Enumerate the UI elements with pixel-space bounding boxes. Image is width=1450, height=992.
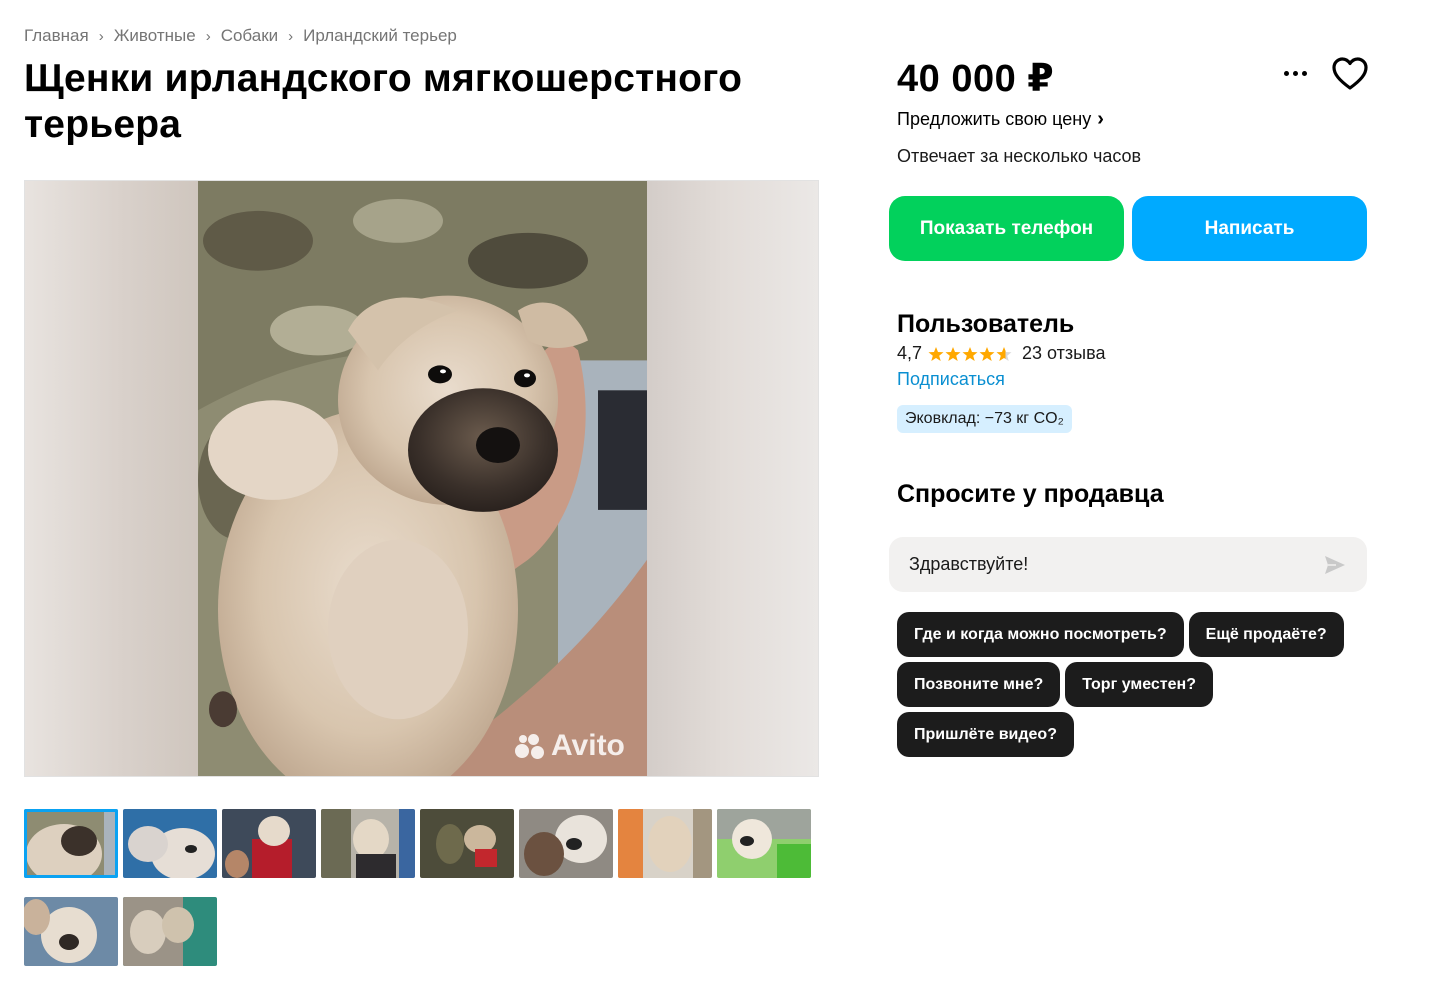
thumbnail-6[interactable] xyxy=(519,809,613,878)
write-message-button[interactable]: Написать xyxy=(1132,196,1367,261)
breadcrumb-dogs[interactable]: Собаки xyxy=(221,26,278,46)
chevron-right-icon: › xyxy=(288,27,294,45)
seller-rating: 4,7 23 отзыва xyxy=(897,343,1105,364)
avito-logo-icon xyxy=(515,732,547,760)
thumbnail-10[interactable] xyxy=(123,897,217,966)
ask-seller-title: Спросите у продавца xyxy=(897,480,1164,508)
photo-blur-right xyxy=(645,181,818,776)
rating-value: 4,7 xyxy=(897,343,923,363)
star-icon xyxy=(962,346,978,361)
chevron-right-icon: › xyxy=(205,27,211,45)
breadcrumb-animals[interactable]: Животные xyxy=(114,26,196,46)
chevron-right-icon: › xyxy=(1097,108,1104,130)
thumbnail-1[interactable] xyxy=(24,809,118,878)
question-chip-video[interactable]: Пришлёте видео? xyxy=(897,712,1074,757)
thumbnail-8[interactable] xyxy=(717,809,811,878)
send-icon[interactable] xyxy=(1323,553,1347,577)
puppy-photo xyxy=(198,181,647,776)
thumbnail-9[interactable] xyxy=(24,897,118,966)
seller-name[interactable]: Пользователь xyxy=(897,310,1074,339)
response-time: Отвечает за несколько часов xyxy=(897,146,1142,166)
main-photo[interactable]: Avito xyxy=(24,180,819,777)
star-icon xyxy=(979,346,995,361)
chevron-right-icon: › xyxy=(98,27,104,45)
subscribe-link[interactable]: Подписаться xyxy=(897,369,1005,390)
avito-watermark: Avito xyxy=(515,729,625,763)
message-input[interactable] xyxy=(909,554,1323,575)
star-half-icon xyxy=(996,346,1012,361)
breadcrumb: Главная › Животные › Собаки › Ирландский… xyxy=(24,26,457,46)
message-box xyxy=(889,537,1367,592)
breadcrumb-irish-terrier[interactable]: Ирландский терьер xyxy=(303,26,457,46)
question-chip-call-me[interactable]: Позвоните мне? xyxy=(897,662,1061,707)
photo-blur-left xyxy=(25,181,198,776)
star-icon xyxy=(928,346,944,361)
breadcrumb-home[interactable]: Главная xyxy=(24,26,89,46)
thumbnail-strip xyxy=(24,809,824,966)
price: 40 000 ₽ xyxy=(897,58,1055,100)
thumbnail-4[interactable] xyxy=(321,809,415,878)
thumbnail-3[interactable] xyxy=(222,809,316,878)
question-chip-still-selling[interactable]: Ещё продаёте? xyxy=(1188,612,1344,657)
question-chip-bargain[interactable]: Торг уместен? xyxy=(1065,662,1213,707)
eco-badge[interactable]: Эковклад: −73 кг CO₂ xyxy=(897,405,1072,433)
thumbnail-2[interactable] xyxy=(123,809,217,878)
quick-questions: Где и когда можно посмотреть? Ещё продаё… xyxy=(897,612,1367,757)
more-options-icon[interactable] xyxy=(1279,60,1311,86)
rating-stars xyxy=(928,346,1012,362)
star-icon xyxy=(945,346,961,361)
page-title: Щенки ирландского мягкошерстного терьера xyxy=(24,57,743,146)
heart-icon[interactable] xyxy=(1331,56,1369,92)
offer-price-link[interactable]: Предложить свою цену › xyxy=(897,108,1104,131)
thumbnail-5[interactable] xyxy=(420,809,514,878)
show-phone-button[interactable]: Показать телефон xyxy=(889,196,1124,261)
question-chip-where-when[interactable]: Где и когда можно посмотреть? xyxy=(897,612,1184,657)
thumbnail-7[interactable] xyxy=(618,809,712,878)
reviews-link[interactable]: 23 отзыва xyxy=(1022,343,1105,364)
